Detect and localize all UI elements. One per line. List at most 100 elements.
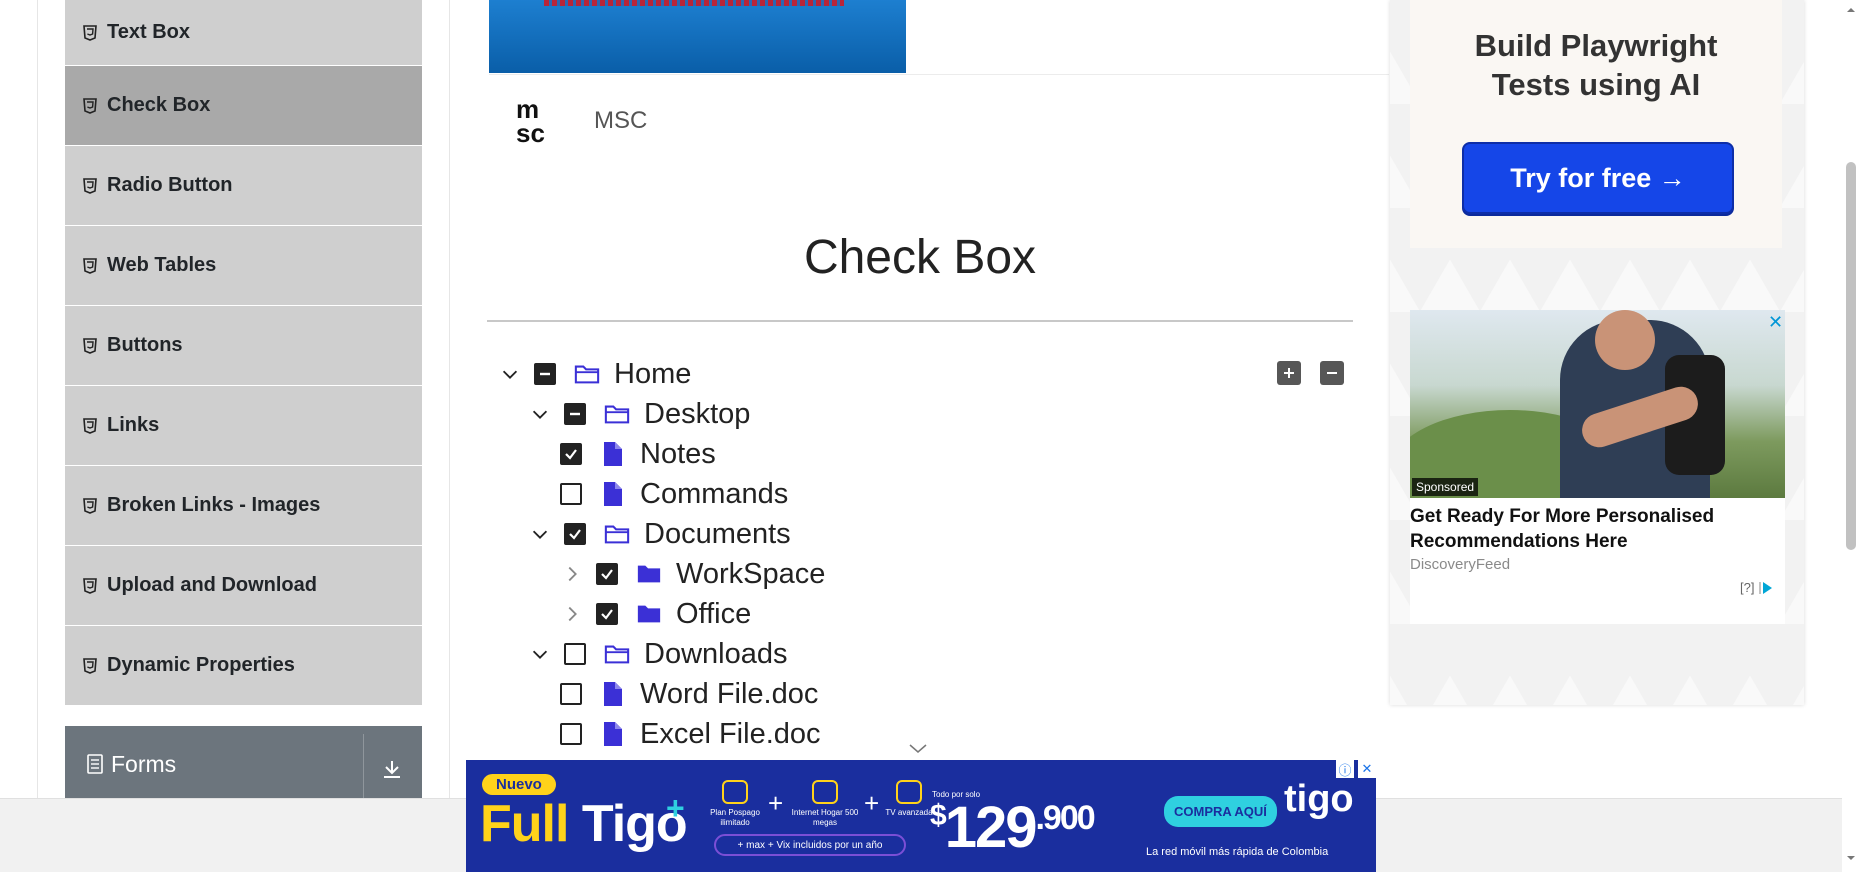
html5-icon xyxy=(83,257,97,274)
tree-node-documents: Documents xyxy=(528,514,791,554)
sidebar-item-text-box[interactable]: Text Box xyxy=(65,0,422,66)
ad-feature: Plan Pospago ilimitado xyxy=(706,780,764,828)
html5-icon xyxy=(83,97,97,114)
file-icon xyxy=(600,441,626,467)
page-title: Check Box xyxy=(803,231,1037,284)
ad-title: Build Playwright Tests using AI xyxy=(1410,26,1782,104)
brand-name: MSC xyxy=(594,107,648,134)
vertical-scrollbar[interactable] xyxy=(1842,0,1860,872)
tree-node-label[interactable]: Word File.doc xyxy=(640,678,818,711)
close-icon[interactable]: ✕ xyxy=(1768,312,1783,333)
checkbox[interactable] xyxy=(564,643,586,665)
chevron-down-icon[interactable] xyxy=(528,402,552,426)
ad-price-currency: $ xyxy=(930,799,947,832)
chevron-down-icon[interactable] xyxy=(498,362,522,386)
folder-open-icon xyxy=(574,361,600,387)
sidebar-item-label: Links xyxy=(107,414,160,436)
ad-price-amount: 129 xyxy=(944,795,1038,860)
try-for-free-button[interactable]: Try for free → xyxy=(1462,142,1734,214)
folder-open-icon xyxy=(604,641,630,667)
sidebar-item-check-box[interactable]: Check Box xyxy=(65,66,422,146)
tree-node-excel-file-doc: Excel File.doc xyxy=(560,714,821,754)
tree-node-desktop: Desktop xyxy=(528,394,750,434)
left-panel: Text Box Check Box Radio Button Web Tables B… xyxy=(37,0,450,872)
sidebar-item-dynamic-properties[interactable]: Dynamic Properties xyxy=(65,626,422,706)
checkbox[interactable] xyxy=(596,563,618,585)
checkbox[interactable] xyxy=(534,363,556,385)
sidebar-item-radio-button[interactable]: Radio Button xyxy=(65,146,422,226)
checkbox[interactable] xyxy=(560,683,582,705)
tree-node-label[interactable]: Documents xyxy=(644,518,791,551)
html5-icon xyxy=(83,497,97,514)
tree-node-office: Office xyxy=(560,594,751,634)
ad-badge: Nuevo xyxy=(482,774,556,795)
adchoices[interactable]: [?] xyxy=(1740,580,1774,595)
ad-price: $129.900 xyxy=(930,794,1096,861)
checkbox[interactable] xyxy=(564,403,586,425)
tree-node-label[interactable]: Notes xyxy=(640,438,716,471)
tigo-banner-ad[interactable]: Nuevo Full Tigo + Plan Pospago ilimitado… xyxy=(466,760,1376,872)
tree-node-label[interactable]: Commands xyxy=(640,478,788,511)
chevron-down-icon[interactable] xyxy=(908,742,928,756)
checkbox[interactable] xyxy=(596,603,618,625)
file-icon xyxy=(600,681,626,707)
divider xyxy=(487,320,1353,322)
elements-menu: Text Box Check Box Radio Button Web Tables B… xyxy=(65,0,422,706)
forms-group-header[interactable]: Forms xyxy=(65,726,422,802)
file-icon xyxy=(600,721,626,747)
ad-headline[interactable]: Get Ready For More Personalised Recommen… xyxy=(1410,504,1785,554)
ad-info-link[interactable]: [?] xyxy=(1740,580,1754,595)
scroll-up-icon xyxy=(1847,8,1855,12)
tree-node-label[interactable]: Downloads xyxy=(644,638,787,671)
plus-icon: + xyxy=(666,790,685,826)
banner-detail xyxy=(544,0,844,6)
playwright-ad[interactable]: Build Playwright Tests using AI Try for … xyxy=(1410,0,1782,248)
checkbox[interactable] xyxy=(560,483,582,505)
chevron-right-icon[interactable] xyxy=(560,562,584,586)
checkbox[interactable] xyxy=(560,723,582,745)
image-detail xyxy=(1595,310,1655,370)
chevron-down-icon[interactable] xyxy=(528,522,552,546)
ad-product-name: Full Tigo xyxy=(480,794,688,854)
ad-info-icon[interactable]: ⓘ xyxy=(1336,760,1354,778)
plus-icon xyxy=(1284,368,1294,378)
sidebar-item-label: Broken Links - Images xyxy=(107,494,321,516)
sidebar-item-web-tables[interactable]: Web Tables xyxy=(65,226,422,306)
close-icon[interactable]: ✕ xyxy=(1358,760,1376,778)
tree-actions xyxy=(1277,361,1344,385)
sponsored-news-ad[interactable]: Sponsored ✕ Get Ready For More Personali… xyxy=(1410,310,1785,624)
sidebar-item-links[interactable]: Links xyxy=(65,386,422,466)
phone-icon xyxy=(722,780,748,804)
tree-node-commands: Commands xyxy=(560,474,788,514)
sidebar-item-label: Upload and Download xyxy=(107,574,317,596)
ad-controls: ⓘ ✕ xyxy=(1336,760,1376,778)
chevron-right-icon[interactable] xyxy=(560,602,584,626)
expand-all-button[interactable] xyxy=(1277,361,1301,385)
tree-node-label[interactable]: Home xyxy=(614,358,691,391)
banner-image[interactable] xyxy=(489,0,906,73)
tree-node-label[interactable]: Excel File.doc xyxy=(640,718,821,751)
ad-included-services: + max + Vix incluidos por un año xyxy=(714,834,906,856)
ad-feature-label: TV avanzada xyxy=(885,808,933,817)
sidebar-item-label: Check Box xyxy=(107,94,211,116)
tree-node-label[interactable]: Office xyxy=(676,598,751,631)
sidebar-item-broken-links-images[interactable]: Broken Links - Images xyxy=(65,466,422,546)
tigo-logo: tigo xyxy=(1284,778,1354,820)
scroll-thumb[interactable] xyxy=(1846,162,1856,550)
checkbox[interactable] xyxy=(560,443,582,465)
scroll-down-icon xyxy=(1847,856,1855,860)
checkbox[interactable] xyxy=(564,523,586,545)
chevron-down-icon[interactable] xyxy=(528,642,552,666)
tree-node-label[interactable]: Desktop xyxy=(644,398,750,431)
collapse-all-button[interactable] xyxy=(1320,361,1344,385)
download-icon[interactable] xyxy=(377,754,407,784)
ad-image[interactable]: Sponsored xyxy=(1410,310,1785,498)
tree-node-label[interactable]: WorkSpace xyxy=(676,558,825,591)
buy-now-button[interactable]: COMPRA AQUÍ xyxy=(1164,796,1277,827)
folder-icon xyxy=(636,561,662,587)
sidebar-item-label: Radio Button xyxy=(107,174,233,196)
sidebar-item-upload-and-download[interactable]: Upload and Download xyxy=(65,546,422,626)
sidebar-item-buttons[interactable]: Buttons xyxy=(65,306,422,386)
ad-price-cents: .900 xyxy=(1035,799,1095,837)
forms-label: Forms xyxy=(111,750,177,777)
